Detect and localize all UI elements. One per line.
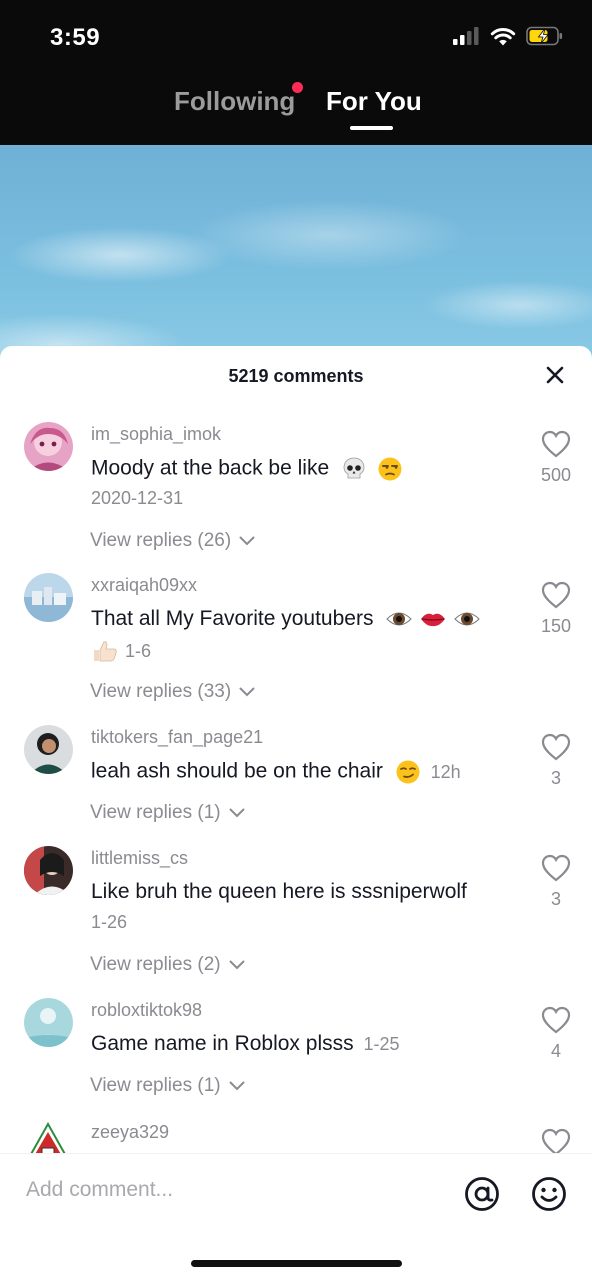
comment-text: Game name in Roblox plsss 1-25 xyxy=(91,1032,400,1056)
like-button[interactable]: 3 xyxy=(536,733,576,789)
heart-outline-icon xyxy=(541,1006,571,1034)
eye-emoji xyxy=(386,612,413,626)
heart-outline-icon xyxy=(541,1128,571,1156)
status-bar: 3:59 xyxy=(0,0,592,70)
avatar[interactable] xyxy=(24,573,73,622)
lips-emoji xyxy=(421,614,446,627)
heart-outline-icon xyxy=(541,733,571,761)
view-replies-label: View replies (26) xyxy=(90,530,232,551)
comment-body: Game name in Roblox plsss xyxy=(91,1032,354,1055)
comment-date: 1-26 xyxy=(91,912,128,932)
comment-text: That all My Favorite youtubers xyxy=(91,607,481,631)
view-replies-label: View replies (2) xyxy=(90,954,221,975)
chevron-down-icon xyxy=(239,687,255,697)
comment-body: leah ash should be on the chair xyxy=(91,759,383,783)
view-replies-label: View replies (1) xyxy=(90,802,221,823)
video-background xyxy=(0,145,592,375)
avatar[interactable] xyxy=(24,725,73,774)
view-replies-button[interactable]: View replies (33) xyxy=(90,681,255,703)
comment-username[interactable]: xxraiqah09xx xyxy=(91,575,197,596)
like-button[interactable]: 150 xyxy=(536,581,576,637)
like-count: 3 xyxy=(550,889,561,909)
comment-date-row: 1-6 xyxy=(91,639,151,663)
status-icons xyxy=(453,26,564,46)
comment-text: Like bruh the queen here is sssniperwolf xyxy=(91,880,467,904)
view-replies-button[interactable]: View replies (2) xyxy=(90,954,245,976)
comment-input-bar: Add comment... xyxy=(0,1153,592,1280)
comment-username[interactable]: tiktokers_fan_page21 xyxy=(91,727,263,748)
feed-header: Following For You xyxy=(0,70,592,145)
like-count: 4 xyxy=(550,1041,561,1061)
like-count: 500 xyxy=(540,465,572,485)
like-count: 3 xyxy=(550,768,561,788)
comment-date: 1-6 xyxy=(125,640,152,661)
view-replies-button[interactable]: View replies (1) xyxy=(90,802,245,824)
home-indicator[interactable] xyxy=(191,1260,402,1267)
comment-username[interactable]: zeeya329 xyxy=(91,1122,169,1143)
at-sign-icon[interactable] xyxy=(464,1176,500,1212)
comment-username[interactable]: littlemiss_cs xyxy=(91,848,188,869)
view-replies-button[interactable]: View replies (26) xyxy=(90,530,255,552)
comment-date: 2020-12-31 xyxy=(91,488,184,508)
add-comment-input[interactable]: Add comment... xyxy=(26,1178,173,1202)
view-replies-button[interactable]: View replies (1) xyxy=(90,1075,245,1097)
signal-icon xyxy=(453,27,479,45)
like-button[interactable]: 4 xyxy=(536,1006,576,1062)
like-button[interactable]: 3 xyxy=(536,854,576,910)
notification-dot xyxy=(292,82,303,93)
like-count: 150 xyxy=(540,616,572,636)
comment-date: 12h xyxy=(430,761,461,782)
comments-sheet: 5219 comments im_sophia_imok Moody at th… xyxy=(0,346,592,1280)
comment-text: leah ash should be on the chair 12h xyxy=(91,759,461,785)
chevron-down-icon xyxy=(229,1081,245,1091)
avatar[interactable] xyxy=(24,998,73,1047)
emoji-smile-icon[interactable] xyxy=(531,1176,567,1212)
smirking-face-emoji xyxy=(396,760,420,784)
active-tab-indicator xyxy=(350,126,393,130)
close-icon[interactable] xyxy=(544,364,566,386)
avatar[interactable] xyxy=(24,846,73,895)
view-replies-label: View replies (1) xyxy=(90,1075,221,1096)
chevron-down-icon xyxy=(239,536,255,546)
chevron-down-icon xyxy=(229,960,245,970)
chevron-down-icon xyxy=(229,808,245,818)
comment-date: 1-25 xyxy=(363,1034,400,1054)
status-time: 3:59 xyxy=(50,24,101,51)
tab-following[interactable]: Following xyxy=(174,86,295,117)
wifi-icon xyxy=(490,27,516,45)
heart-outline-icon xyxy=(541,430,571,458)
comment-body: Like bruh the queen here is sssniperwolf xyxy=(91,880,467,903)
thumbs-up-emoji xyxy=(94,641,117,662)
unamused-face-emoji xyxy=(378,457,402,481)
heart-outline-icon xyxy=(541,854,571,882)
comments-count-title: 5219 comments xyxy=(228,366,364,386)
skull-emoji xyxy=(343,457,365,479)
battery-charging-icon xyxy=(526,26,563,46)
comment-body: Moody at the back be like xyxy=(91,456,330,480)
comment-username[interactable]: im_sophia_imok xyxy=(91,424,221,445)
eye-emoji xyxy=(454,612,480,626)
heart-outline-icon xyxy=(541,581,571,609)
comment-text: Moody at the back be like xyxy=(91,456,403,482)
like-button[interactable]: 500 xyxy=(536,430,576,486)
tab-for-you[interactable]: For You xyxy=(326,86,422,117)
comment-username[interactable]: robloxtiktok98 xyxy=(91,1000,202,1021)
avatar[interactable] xyxy=(24,422,73,471)
comment-body: That all My Favorite youtubers xyxy=(91,607,374,630)
view-replies-label: View replies (33) xyxy=(90,681,232,702)
